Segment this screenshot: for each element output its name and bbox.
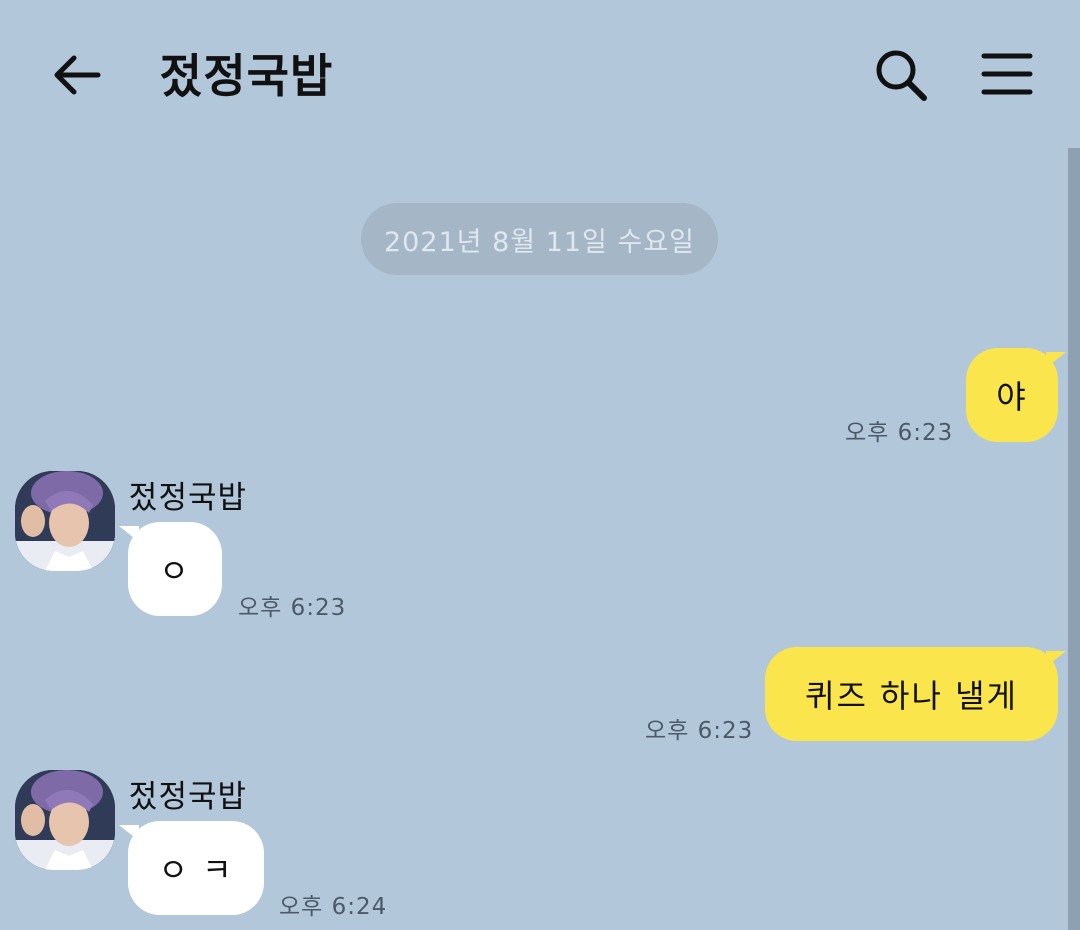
- message-text: 퀴즈 하나 낼게: [805, 677, 1018, 715]
- message-time: 오후 6:24: [279, 894, 388, 920]
- message-text: ㅇ: [159, 552, 191, 590]
- search-icon[interactable]: [872, 46, 934, 108]
- message-text: ㅇ ㅋ: [158, 851, 234, 889]
- scrollbar[interactable]: [1068, 148, 1080, 930]
- my-message-bubble[interactable]: 퀴즈 하나 낼게: [765, 647, 1058, 741]
- chat-screen: 젔정국밥 2021년 8월 11일 수요일 오후 6:23 야 젔정국밥 ㅇ 오…: [0, 0, 1080, 930]
- date-divider: 2021년 8월 11일 수요일: [361, 203, 718, 275]
- message-time: 오후 6:23: [645, 718, 754, 744]
- message-time: 오후 6:23: [238, 595, 347, 621]
- chat-header: 젔정국밥: [0, 0, 1080, 145]
- back-arrow-icon[interactable]: [48, 46, 106, 104]
- avatar[interactable]: [15, 471, 115, 571]
- message-time: 오후 6:23: [845, 420, 954, 446]
- sender-name: 젔정국밥: [129, 480, 248, 516]
- my-message-bubble[interactable]: 야: [966, 348, 1058, 442]
- their-message-bubble[interactable]: ㅇ: [128, 522, 222, 616]
- message-text: 야: [996, 378, 1028, 416]
- avatar[interactable]: [15, 770, 115, 870]
- hamburger-menu-icon[interactable]: [978, 46, 1038, 106]
- bubble-tail: [1046, 651, 1066, 667]
- sender-name: 젔정국밥: [129, 779, 248, 815]
- bubble-tail: [1046, 352, 1066, 368]
- their-message-bubble[interactable]: ㅇ ㅋ: [128, 821, 264, 915]
- chat-room-title: 젔정국밥: [160, 49, 334, 103]
